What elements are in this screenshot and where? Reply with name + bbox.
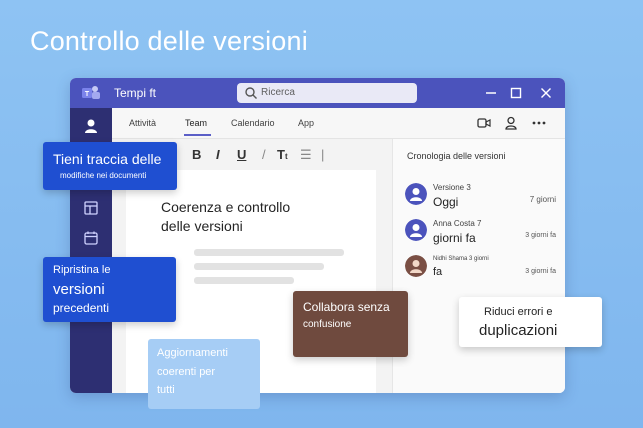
svg-text:T: T bbox=[85, 91, 90, 98]
document-title-line: Coerenza e controllo bbox=[161, 199, 291, 215]
italic-button[interactable]: I bbox=[216, 147, 220, 162]
tab-app[interactable]: App bbox=[298, 118, 314, 128]
teams-logo-icon: T bbox=[82, 86, 100, 99]
avatar-icon bbox=[405, 183, 427, 205]
text-placeholder-line bbox=[194, 277, 294, 284]
minimize-icon[interactable] bbox=[483, 85, 499, 101]
callout-collaborate: Collabora senza confusione bbox=[293, 291, 408, 357]
search-icon bbox=[245, 87, 257, 99]
active-tab-indicator bbox=[184, 134, 211, 136]
font-size-button[interactable]: Tt bbox=[277, 147, 288, 162]
text-placeholder-line bbox=[194, 263, 324, 270]
avatar-icon[interactable] bbox=[83, 118, 99, 134]
callout-text: Ripristina le bbox=[53, 264, 111, 276]
history-item-name: Nidhi Shama 3 giorni bbox=[433, 256, 489, 262]
callout-text: duplicazioni bbox=[479, 322, 558, 339]
person-icon[interactable] bbox=[503, 115, 519, 131]
title-bar: T Tempi ft Ricerca bbox=[70, 78, 565, 108]
tab-attivita[interactable]: Attività bbox=[129, 118, 156, 128]
close-icon[interactable] bbox=[538, 85, 554, 101]
callout-text: precedenti bbox=[53, 301, 110, 315]
callout-text: Tieni traccia delle bbox=[53, 151, 162, 167]
page-headline: Controllo delle versioni bbox=[30, 26, 308, 56]
history-item-subtitle: fa bbox=[433, 266, 443, 278]
callout-text: tutti bbox=[157, 384, 175, 396]
callout-text: confusione bbox=[303, 319, 352, 330]
calendar-icon[interactable] bbox=[83, 230, 99, 246]
history-item-subtitle: Oggi bbox=[433, 195, 459, 209]
grid-icon[interactable] bbox=[83, 200, 99, 216]
text-placeholder-line bbox=[194, 249, 344, 256]
callout-text: Riduci errori e bbox=[484, 306, 553, 318]
divider: / bbox=[262, 147, 266, 162]
callout-text: Aggiornamenti bbox=[157, 347, 228, 359]
tab-bar: Attività Team Calendario App bbox=[112, 108, 565, 139]
history-item[interactable]: Nidhi Shama 3 giorni fa 3 giorni fa bbox=[403, 253, 558, 283]
history-item-name: Versione 3 bbox=[433, 183, 471, 192]
maximize-icon[interactable] bbox=[508, 85, 524, 101]
history-item-date: 3 giorni fa bbox=[525, 232, 556, 239]
callout-text: coerenti per bbox=[157, 366, 216, 378]
underline-button[interactable]: U bbox=[237, 147, 246, 162]
video-icon[interactable] bbox=[476, 115, 492, 131]
history-item-name: Anna Costa 7 bbox=[433, 219, 482, 228]
history-item[interactable]: Anna Costa 7 giorni fa 3 giorni fa bbox=[403, 217, 558, 247]
tab-team[interactable]: Team bbox=[185, 118, 207, 128]
callout-restore-versions: Ripristina le versioni precedenti bbox=[43, 257, 176, 322]
history-item-subtitle: giorni fa bbox=[433, 231, 476, 245]
avatar-icon bbox=[405, 219, 427, 241]
align-icon[interactable]: ☰ bbox=[300, 147, 312, 163]
history-item[interactable]: Versione 3 Oggi 7 giorni bbox=[403, 181, 558, 211]
divider: | bbox=[321, 147, 325, 162]
avatar-icon bbox=[405, 255, 427, 277]
more-icon[interactable] bbox=[531, 115, 547, 131]
tab-calendario[interactable]: Calendario bbox=[231, 118, 275, 128]
document-title: Coerenza e controllo delle versioni bbox=[161, 198, 361, 236]
history-item-date: 7 giorni bbox=[529, 195, 556, 204]
bold-button[interactable]: B bbox=[192, 147, 201, 162]
callout-track-changes: Tieni traccia delle modifiche nei docume… bbox=[43, 142, 177, 190]
format-toolbar: B I U / Tt ☰ | bbox=[190, 147, 390, 165]
history-item-date: 3 giorni fa bbox=[525, 268, 556, 275]
history-title: Cronologia delle versioni bbox=[407, 151, 506, 161]
app-title: Tempi ft bbox=[114, 86, 157, 100]
document-title-line: delle versioni bbox=[161, 218, 243, 234]
callout-text: Collabora senza bbox=[303, 300, 390, 314]
search-input[interactable]: Ricerca bbox=[237, 83, 417, 103]
callout-text: versioni bbox=[53, 281, 105, 298]
search-placeholder: Ricerca bbox=[261, 87, 295, 98]
callout-reduce-errors: Riduci errori e duplicazioni bbox=[459, 297, 602, 347]
version-history-panel: Cronologia delle versioni Versione 3 Ogg… bbox=[392, 139, 565, 393]
callout-text: modifiche nei documenti bbox=[60, 171, 147, 180]
callout-consistent-updates: Aggiornamenti coerenti per tutti bbox=[148, 339, 260, 409]
